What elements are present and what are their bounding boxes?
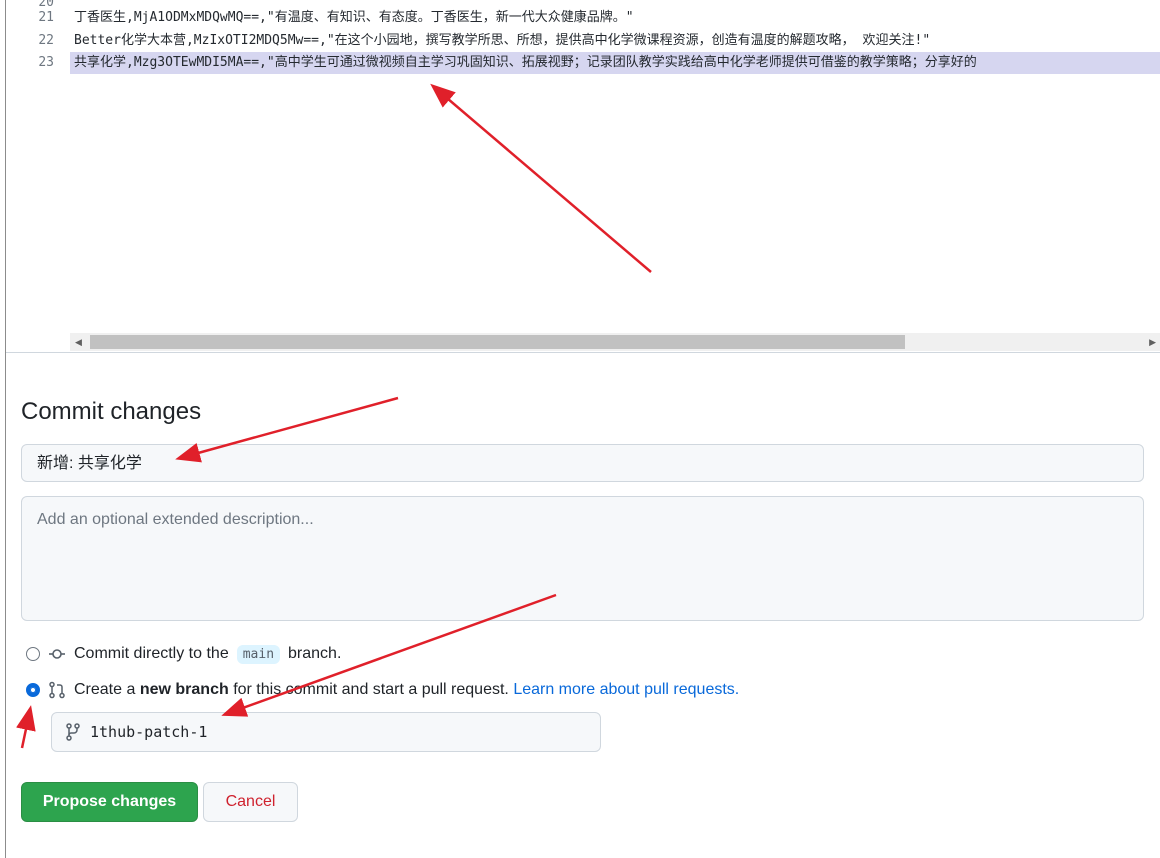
scrollbar-thumb[interactable] — [90, 335, 905, 349]
radio-new-branch[interactable] — [26, 683, 40, 697]
option-text: branch. — [288, 645, 342, 662]
cancel-button[interactable]: Cancel — [203, 782, 298, 822]
triangle-left-icon[interactable]: ◀ — [75, 337, 82, 348]
radio-commit-direct[interactable] — [26, 647, 40, 661]
line-number: 23 — [38, 55, 54, 70]
learn-more-link[interactable]: Learn more about pull requests. — [513, 681, 739, 698]
code-line-selected: 23 共享化学,Mzg3OTEwMDI5MA==,"高中学生可通过微视频自主学习… — [6, 52, 1160, 74]
commit-title: Commit changes — [21, 398, 202, 425]
line-number: 22 — [38, 33, 54, 48]
line-number: 21 — [38, 10, 54, 25]
branch-name-value: 1thub-patch-1 — [90, 723, 208, 741]
horizontal-scrollbar[interactable]: ◀ ▶ — [70, 333, 1160, 351]
commit-description-textarea[interactable]: Add an optional extended description... — [21, 496, 1144, 621]
triangle-right-icon[interactable]: ▶ — [1149, 337, 1156, 348]
git-pull-request-icon — [49, 681, 65, 699]
line-text: Better化学大本营,MzIxOTI2MDQ5Mw==,"在这个小园地，撰写教… — [74, 33, 931, 48]
option-bold-text: new branch — [139, 681, 229, 698]
option-text: Commit directly to the — [74, 645, 229, 662]
propose-changes-button[interactable]: Propose changes — [21, 782, 198, 822]
git-commit-icon — [49, 649, 65, 659]
commit-summary-input[interactable]: 新增: 共享化学 — [21, 444, 1144, 482]
line-text: 丁香医生,MjA1ODMxMDQwMQ==,"有温度、有知识、有态度。丁香医生，… — [74, 10, 634, 25]
option-text: for this commit and start a pull request… — [233, 681, 509, 698]
option-text: Create a — [74, 681, 136, 698]
code-editor[interactable]: 20 21 丁香医生,MjA1ODMxMDQwMQ==,"有温度、有知识、有态度… — [6, 0, 1160, 353]
branch-pill: main — [236, 644, 281, 664]
branch-name-input[interactable]: 1thub-patch-1 — [51, 712, 601, 752]
code-line: 22 Better化学大本营,MzIxOTI2MDQ5Mw==,"在这个小园地，… — [6, 30, 1160, 52]
commit-direct-option[interactable]: Commit directly to the main branch. — [26, 642, 341, 666]
new-branch-option[interactable]: Create a new branch for this commit and … — [26, 678, 739, 702]
git-branch-icon — [66, 723, 80, 741]
code-line: 21 丁香医生,MjA1ODMxMDQwMQ==,"有温度、有知识、有态度。丁香… — [6, 7, 1160, 29]
annotation-arrow — [16, 705, 36, 749]
line-text: 共享化学,Mzg3OTEwMDI5MA==,"高中学生可通过微视频自主学习巩固知… — [74, 55, 977, 70]
